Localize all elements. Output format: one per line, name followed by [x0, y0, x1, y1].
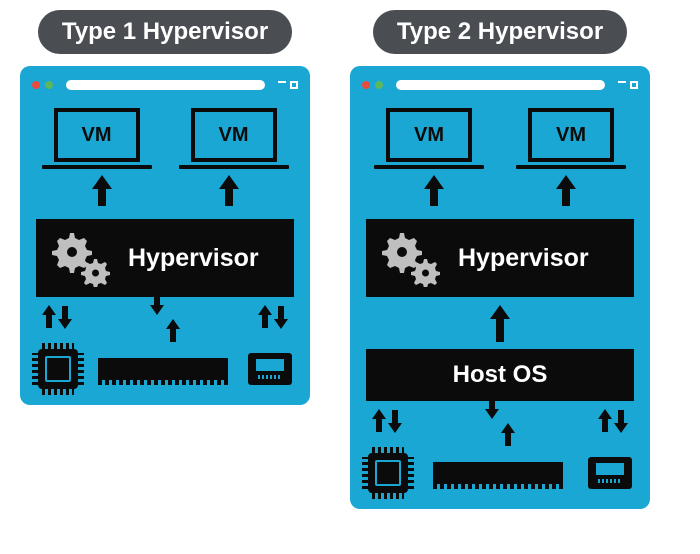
address-bar	[396, 80, 605, 90]
host-os-box: Host OS	[366, 349, 634, 401]
arrow-up-icon	[490, 305, 510, 319]
cpu-icon	[368, 453, 408, 493]
window-controls	[618, 81, 638, 89]
cpu-icon	[38, 349, 78, 389]
hardware-row	[362, 453, 638, 493]
vm-label: VM	[414, 124, 444, 147]
hypervisor-label: Hypervisor	[458, 244, 589, 273]
arrows-host-to-hw	[362, 409, 638, 433]
minimize-icon	[618, 81, 626, 83]
laptop-base-icon	[42, 165, 152, 169]
arrow-up-icon	[556, 175, 576, 189]
gears-icon	[48, 229, 118, 287]
vm-box: VM	[184, 108, 284, 169]
bidir-arrow-icon	[258, 305, 288, 329]
vm-screen-icon: VM	[191, 108, 277, 162]
arrows-vm-to-hv	[38, 175, 292, 189]
host-os-label: Host OS	[453, 361, 548, 388]
vm-screen-icon: VM	[54, 108, 140, 162]
close-dot-icon	[32, 81, 40, 89]
maximize-icon	[290, 81, 298, 89]
gears-icon	[378, 229, 448, 287]
type2-window: VM VM Hypervisor	[350, 66, 650, 509]
maximize-icon	[630, 81, 638, 89]
min-dot-icon	[45, 81, 53, 89]
arrow-hv-to-host	[362, 305, 638, 319]
arrow-up-icon	[424, 175, 444, 189]
hypervisor-box: Hypervisor	[366, 219, 634, 297]
hardware-row	[32, 349, 298, 389]
address-bar	[66, 80, 265, 90]
arrow-up-icon	[92, 175, 112, 189]
hypervisor-label: Hypervisor	[128, 244, 259, 273]
minimize-icon	[278, 81, 286, 83]
bidir-arrow-icon	[598, 409, 628, 433]
vm-box: VM	[379, 108, 479, 169]
window-controls	[278, 81, 298, 89]
memory-icon	[433, 462, 563, 484]
arrow-up-icon	[219, 175, 239, 189]
type2-title-badge: Type 2 Hypervisor	[373, 10, 627, 54]
vm-box: VM	[47, 108, 147, 169]
arrows-vm-to-hv	[368, 175, 632, 189]
vm-row: VM VM	[38, 108, 292, 169]
window-titlebar	[362, 76, 638, 94]
hypervisor-box: Hypervisor	[36, 219, 294, 297]
vm-row: VM VM	[368, 108, 632, 169]
min-dot-icon	[375, 81, 383, 89]
bidir-arrow-icon	[42, 305, 72, 329]
vm-label: VM	[219, 124, 249, 147]
vm-screen-icon: VM	[386, 108, 472, 162]
window-titlebar	[32, 76, 298, 94]
laptop-base-icon	[516, 165, 626, 169]
type1-window: VM VM Hypervisor	[20, 66, 310, 405]
close-dot-icon	[362, 81, 370, 89]
bidir-arrow-icon	[150, 305, 180, 329]
laptop-base-icon	[374, 165, 484, 169]
type2-column: Type 2 Hypervisor VM VM	[350, 10, 650, 509]
bidir-arrow-icon	[372, 409, 402, 433]
bidir-arrow-icon	[485, 409, 515, 433]
ethernet-icon	[248, 353, 292, 385]
type1-column: Type 1 Hypervisor VM VM	[20, 10, 310, 405]
type1-title-badge: Type 1 Hypervisor	[38, 10, 292, 54]
vm-box: VM	[521, 108, 621, 169]
ethernet-icon	[588, 457, 632, 489]
arrows-hv-to-hw	[32, 305, 298, 329]
laptop-base-icon	[179, 165, 289, 169]
vm-screen-icon: VM	[528, 108, 614, 162]
memory-icon	[98, 358, 228, 380]
vm-label: VM	[82, 124, 112, 147]
vm-label: VM	[556, 124, 586, 147]
